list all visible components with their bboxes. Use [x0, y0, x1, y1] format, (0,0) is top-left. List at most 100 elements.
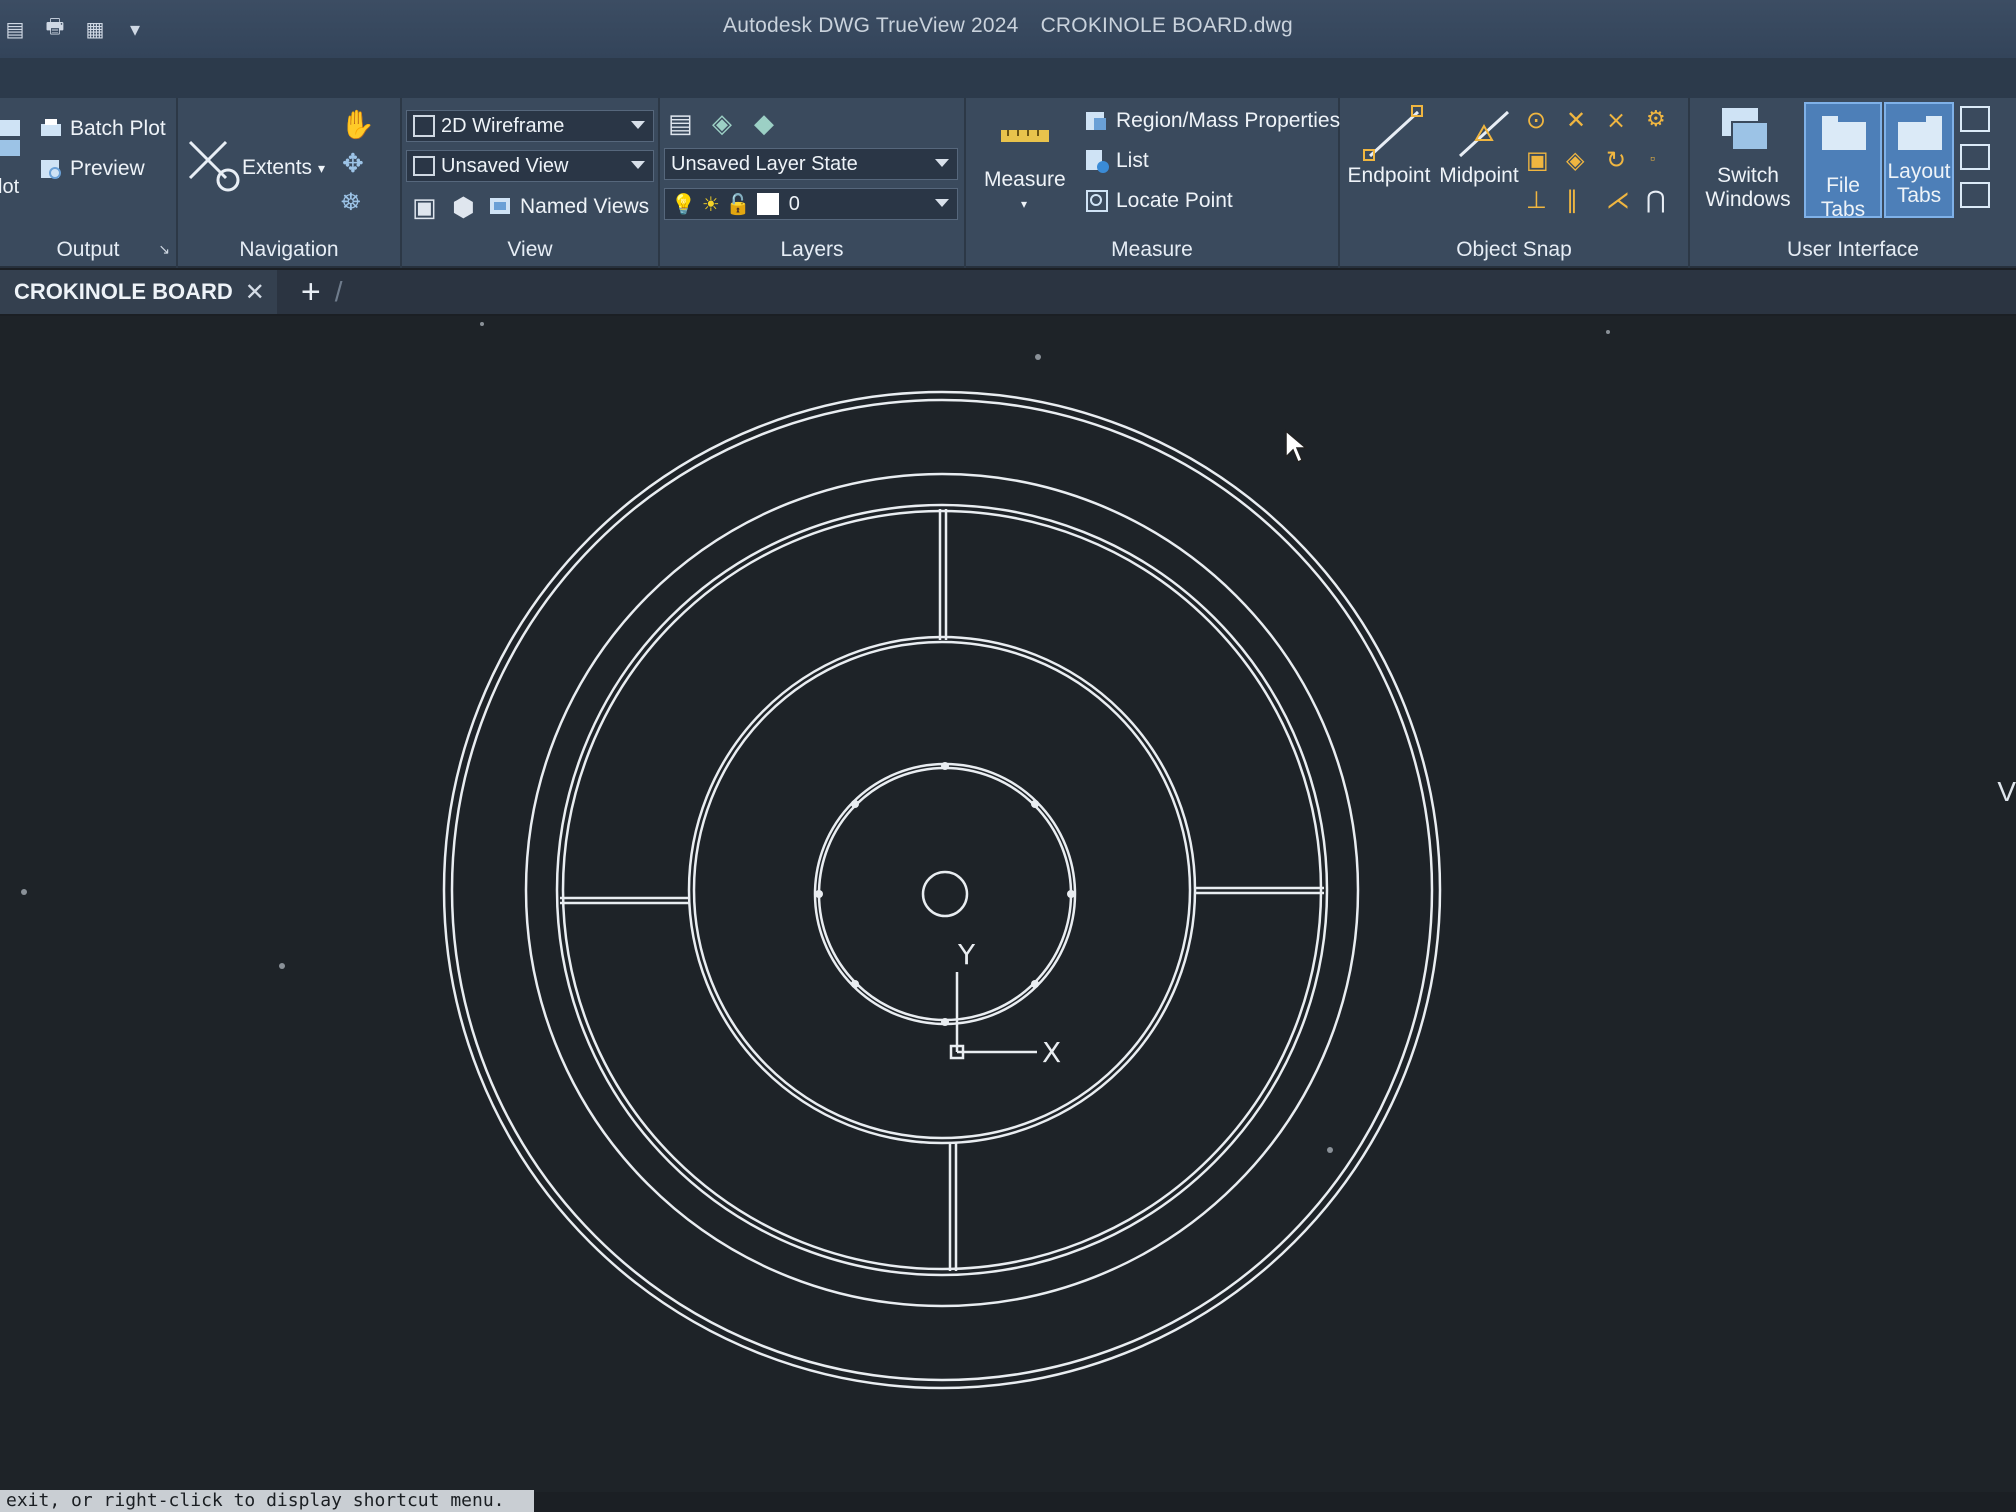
panel-object-snap: Endpoint Midpoint ⊙ ✕ ⨯ ⚙ ▣ ◈ ↻ ▫ ⊥ ∥ ⋌ …	[1340, 98, 1690, 268]
command-line[interactable]: exit, or right-click to display shortcut…	[0, 1490, 534, 1512]
named-views-label: Named Views	[520, 195, 650, 218]
middle-ring-circle-2	[692, 640, 1192, 1140]
panel-title-view: View	[507, 238, 553, 261]
file-tabs-toggle[interactable]: File Tabs	[1804, 102, 1882, 221]
lock-icon: 🔓	[725, 193, 751, 216]
nearest-snap-icon[interactable]: ⋌	[1606, 186, 1630, 215]
chevron-down-icon	[631, 121, 645, 129]
plot-icon	[0, 120, 20, 156]
layer-isolate-icon[interactable]: ◆	[754, 108, 774, 139]
midpoint-button[interactable]: Midpoint	[1434, 164, 1524, 188]
named-views-icon	[490, 198, 510, 214]
parallel-snap-icon[interactable]: ∥	[1566, 186, 1578, 215]
lightbulb-icon: 💡	[671, 193, 696, 216]
panel-title-measure: Measure	[1111, 238, 1193, 261]
app-title: Autodesk DWG TrueView 2024	[723, 14, 1019, 37]
preview-icon	[41, 160, 61, 179]
midpoint-snap-icon	[1458, 110, 1510, 158]
region-mass-button[interactable]: Region/Mass Properties	[1084, 108, 1340, 134]
batch-plot-button[interactable]: Batch Plot	[38, 116, 166, 142]
layer-properties-icon[interactable]: ▤	[668, 108, 693, 139]
panel-view: 2D Wireframe Unsaved View ▣ ⬢ Named View…	[402, 98, 660, 268]
extents-label: Extents	[242, 156, 313, 179]
apparent-intersection-snap-icon[interactable]: ⨯	[1606, 106, 1626, 135]
orbit-icon[interactable]: ✥	[342, 148, 364, 179]
panel-measure: Measure ▾ Region/Mass Properties List Lo…	[966, 98, 1340, 268]
quadrant-snap-icon[interactable]: ◈	[1566, 146, 1584, 175]
view-iso-icon[interactable]: ⬢	[452, 192, 475, 223]
viewcube-edge-label: V	[1997, 776, 2016, 807]
magnet-snap-icon[interactable]: ⋂	[1646, 186, 1666, 215]
outer-rim-circle-2	[450, 398, 1434, 1382]
region-mass-icon	[1086, 112, 1106, 130]
file-tab-bar: CROKINOLE BOARD ✕ + /	[0, 270, 2016, 314]
tile-vertical-icon[interactable]	[1960, 144, 1990, 170]
switch-windows-label-2: Windows	[1705, 188, 1791, 211]
named-views-button[interactable]: Named Views	[488, 194, 649, 220]
center-hole-circle	[921, 870, 969, 918]
locate-point-label: Locate Point	[1116, 189, 1233, 212]
document-title: CROKINOLE BOARD.dwg	[1040, 14, 1293, 37]
window-title: Autodesk DWG TrueView 2024 CROKINOLE BOA…	[0, 14, 2016, 38]
saved-view-dropdown[interactable]: Unsaved View	[406, 150, 654, 182]
sun-icon: ☀	[701, 193, 720, 216]
layout-tabs-icon	[1898, 116, 1942, 150]
panel-output: lot Batch Plot Preview Output ↘	[0, 98, 178, 268]
cascade-icon[interactable]	[1960, 182, 1990, 208]
ditch-circle	[524, 472, 1360, 1308]
plot-button[interactable]	[0, 118, 24, 168]
preview-button[interactable]: Preview	[38, 156, 145, 182]
locate-point-button[interactable]: Locate Point	[1084, 188, 1233, 214]
insertion-snap-icon[interactable]: ▫	[1650, 150, 1655, 166]
middle-ring-circle-1	[687, 635, 1197, 1145]
endpoint-button[interactable]: Endpoint	[1346, 164, 1432, 188]
panel-title-navigation: Navigation	[239, 238, 339, 261]
view-cube-icon[interactable]: ▣	[412, 192, 437, 223]
color-swatch-icon	[756, 193, 779, 215]
batch-plot-icon	[41, 119, 61, 136]
center-snap-icon[interactable]: ⊙	[1526, 106, 1546, 135]
visual-style-dropdown[interactable]: 2D Wireframe	[406, 110, 654, 142]
visual-style-icon	[413, 115, 435, 137]
list-button[interactable]: List	[1084, 148, 1149, 174]
pan-icon[interactable]: ✋	[340, 108, 375, 141]
visual-style-value: 2D Wireframe	[441, 114, 565, 137]
preview-label: Preview	[70, 157, 145, 180]
peg-markers	[815, 762, 1075, 1026]
ruler-icon	[1001, 130, 1049, 142]
intersection-snap-icon[interactable]: ✕	[1566, 106, 1586, 135]
measure-button[interactable]: Measure ▾	[984, 168, 1066, 216]
steering-wheel-icon[interactable]: ☸	[340, 188, 362, 217]
screen-specks	[21, 322, 1610, 1153]
list-label: List	[1116, 149, 1149, 172]
layout-tabs-label-2: Tabs	[1896, 184, 1942, 207]
layout-tabs-toggle[interactable]: Layout Tabs	[1884, 102, 1954, 218]
layer-state-value: Unsaved Layer State	[671, 152, 858, 175]
file-tab-crokinole-board[interactable]: CROKINOLE BOARD ✕	[0, 270, 277, 314]
tangent-snap-icon[interactable]: ↻	[1606, 146, 1626, 175]
close-icon[interactable]: ✕	[245, 278, 265, 307]
chevron-down-icon	[935, 199, 949, 207]
switch-windows-icon	[1722, 108, 1769, 151]
drawing-canvas[interactable]: Y X V	[0, 316, 2016, 1492]
saved-view-value: Unsaved View	[441, 154, 569, 177]
layer-previous-icon[interactable]: ◈	[712, 108, 732, 139]
layer-state-dropdown[interactable]: Unsaved Layer State	[664, 148, 958, 180]
extents-button[interactable]: Extents ▾	[242, 156, 325, 180]
layer-dropdown[interactable]: 💡 ☀ 🔓 0	[664, 188, 958, 220]
node-snap-icon[interactable]: ▣	[1526, 146, 1549, 175]
switch-windows-button[interactable]: Switch Windows	[1696, 164, 1800, 212]
chevron-down-icon	[935, 159, 949, 167]
panel-expand-icon[interactable]: ↘	[158, 241, 170, 258]
batch-plot-label: Batch Plot	[70, 117, 166, 140]
new-tab-plus-icon[interactable]: +	[301, 273, 321, 312]
osnap-settings-icon[interactable]: ⚙	[1646, 106, 1666, 132]
chevron-down-icon	[631, 161, 645, 169]
list-info-icon	[1086, 150, 1109, 173]
endpoint-snap-icon	[1363, 105, 1423, 161]
zoom-extents-icon[interactable]	[186, 138, 244, 196]
tile-horizontal-icon[interactable]	[1960, 106, 1990, 132]
perpendicular-snap-icon[interactable]: ⊥	[1526, 186, 1547, 215]
panel-title-layers: Layers	[780, 238, 844, 261]
file-tabs-label: File Tabs	[1820, 174, 1866, 221]
